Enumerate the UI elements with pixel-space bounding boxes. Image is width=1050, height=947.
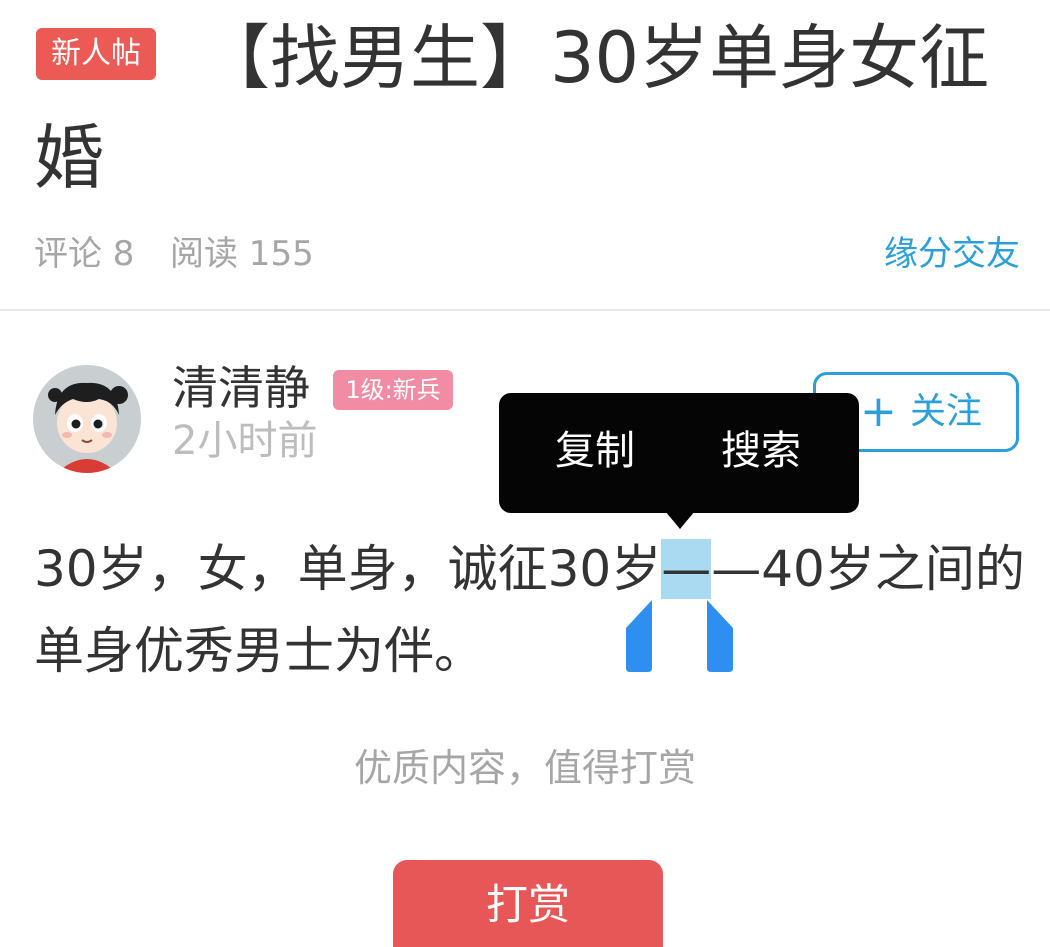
post-detail-page: 新人帖 【找男生】30岁单身女征 婚 评论 8 阅读 155 缘分交友 清清静 … [0,0,1050,947]
author-name[interactable]: 清清静 [172,360,310,416]
new-post-badge: 新人帖 [36,28,156,80]
post-body-line-1: 30岁，女，单身，诚征30岁——40岁之间的 [34,528,1025,610]
post-time: 2小时前 [172,418,318,464]
reward-button[interactable]: 打赏 [393,860,663,947]
author-level-badge: 1级:新兵 [333,370,453,410]
author-avatar[interactable] [33,365,141,473]
post-body[interactable]: 30岁，女，单身，诚征30岁——40岁之间的 单身优秀男士为伴。 [34,528,1025,692]
copy-menu-item[interactable]: 复制 [555,423,635,479]
category-link[interactable]: 缘分交友 [884,228,1020,280]
search-menu-item[interactable]: 搜索 [721,423,801,479]
post-body-line-2: 单身优秀男士为伴。 [34,622,484,680]
read-count: 阅读 155 [170,234,314,274]
selected-text[interactable]: — [661,539,712,599]
follow-label: 关注 [910,391,983,432]
comment-count[interactable]: 评论 8 [34,228,134,280]
plus-icon: + [860,386,897,437]
cartoon-girl-avatar-icon [33,365,141,473]
body-text-before-selection: 30岁，女，单身，诚征30岁 [34,540,662,598]
post-header: 新人帖 【找男生】30岁单身女征 婚 评论 8 阅读 155 缘分交友 [0,0,1050,310]
post-title-line-1: 【找男生】30岁单身女征 [200,17,990,99]
post-meta-row: 评论 8 阅读 155 缘分交友 [34,228,1020,280]
post-title-line-2: 婚 [34,117,104,199]
text-context-menu: 复制 搜索 [499,393,859,529]
header-divider [0,309,1050,311]
selection-handle-right-icon[interactable] [705,600,733,672]
reward-prompt: 优质内容，值得打赏 [353,746,696,790]
body-text-after-selection: —40岁之间的 [711,540,1025,598]
selection-handle-left-icon[interactable] [626,600,654,672]
